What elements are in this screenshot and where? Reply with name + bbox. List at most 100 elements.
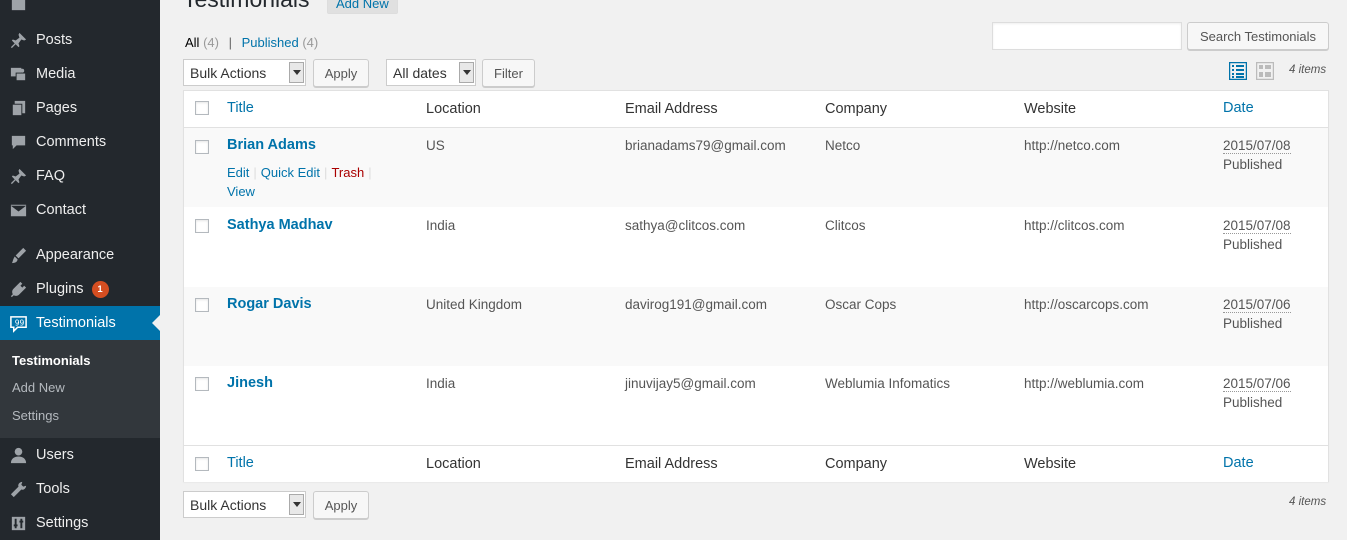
select-all-checkbox-bottom[interactable] xyxy=(195,457,209,471)
menu-item-faq[interactable]: FAQ xyxy=(0,159,160,193)
chevron-down-icon xyxy=(289,62,304,83)
row-website: http://clitcos.com xyxy=(1024,218,1125,233)
column-header-location: Location xyxy=(426,101,481,117)
settings-icon xyxy=(0,514,36,533)
row-status: Published xyxy=(1223,157,1283,172)
bulk-actions-value: Bulk Actions xyxy=(190,496,267,513)
excerpt-view-icon[interactable] xyxy=(1256,62,1274,80)
row-location: India xyxy=(426,218,456,233)
items-count-bottom: 4 items xyxy=(1289,496,1327,508)
media-icon xyxy=(0,65,36,84)
table-row: Jinesh India jinuvijay5@gmail.com Weblum… xyxy=(184,366,1328,445)
column-header-title[interactable]: Title xyxy=(227,100,254,116)
pin-icon xyxy=(0,31,36,50)
row-title-link[interactable]: Sathya Madhav xyxy=(227,217,333,233)
filter-published-count: (4) xyxy=(302,35,319,50)
menu-item-users[interactable]: Users xyxy=(0,438,160,472)
column-footer-date[interactable]: Date xyxy=(1223,455,1254,471)
comments-icon xyxy=(0,133,36,152)
filter-all-count: (4) xyxy=(203,35,219,50)
search-input[interactable] xyxy=(992,22,1182,50)
row-checkbox[interactable] xyxy=(195,298,209,312)
apply-button-bottom[interactable]: Apply xyxy=(313,491,369,519)
edit-link[interactable]: Edit xyxy=(227,165,249,180)
action-separator: | xyxy=(368,165,372,180)
testimonials-table: Title Location Email Address Company Web… xyxy=(183,90,1329,482)
row-location: India xyxy=(426,376,456,391)
active-menu-arrow xyxy=(152,315,160,331)
row-checkbox[interactable] xyxy=(195,377,209,391)
row-checkbox[interactable] xyxy=(195,219,209,233)
status-filter-links: All (4) | Published (4) xyxy=(185,35,318,50)
menu-item-posts[interactable]: Posts xyxy=(0,23,160,57)
add-new-button[interactable]: Add New xyxy=(327,0,398,14)
row-email: jinuvijay5@gmail.com xyxy=(625,376,756,391)
row-title-link[interactable]: Brian Adams xyxy=(227,137,316,153)
menu-item-testimonials[interactable]: 99 Testimonials xyxy=(0,306,160,340)
menu-item-pages[interactable]: Pages xyxy=(0,91,160,125)
quick-edit-link[interactable]: Quick Edit xyxy=(261,165,320,180)
menu-item-settings[interactable]: Settings xyxy=(0,506,160,540)
column-footer-company: Company xyxy=(825,456,888,472)
menu-item-media[interactable]: Media xyxy=(0,57,160,91)
row-company: Weblumia Infomatics xyxy=(825,376,951,391)
row-email: sathya@clitcos.com xyxy=(625,218,746,233)
menu-item-appearance[interactable]: Appearance xyxy=(0,238,160,272)
bulk-actions-select-top[interactable]: Bulk Actions xyxy=(183,59,306,86)
menu-item-dashboard[interactable] xyxy=(0,0,160,20)
filter-all-link[interactable]: All xyxy=(185,35,199,50)
menu-item-tools[interactable]: Tools xyxy=(0,472,160,506)
brush-icon xyxy=(0,246,36,265)
row-status: Published xyxy=(1223,316,1283,331)
column-header-email: Email Address xyxy=(625,101,718,117)
row-checkbox[interactable] xyxy=(195,140,209,154)
row-location: US xyxy=(426,138,445,153)
search-testimonials-button[interactable]: Search Testimonials xyxy=(1187,22,1329,50)
submenu-settings[interactable]: Settings xyxy=(12,408,59,423)
column-footer-title[interactable]: Title xyxy=(227,455,254,471)
column-header-date[interactable]: Date xyxy=(1223,100,1254,116)
column-footer-location: Location xyxy=(426,456,481,472)
pages-icon xyxy=(0,99,36,118)
select-all-checkbox[interactable] xyxy=(195,101,209,115)
row-website: http://weblumia.com xyxy=(1024,376,1145,391)
trash-link[interactable]: Trash xyxy=(331,165,364,180)
row-title-link[interactable]: Rogar Davis xyxy=(227,296,312,312)
row-status: Published xyxy=(1223,395,1283,410)
plugins-update-badge: 1 xyxy=(91,280,109,298)
bulk-actions-select-bottom[interactable]: Bulk Actions xyxy=(183,491,306,518)
row-company: Netco xyxy=(825,138,861,153)
view-link[interactable]: View xyxy=(227,184,255,199)
filter-button[interactable]: Filter xyxy=(482,59,535,87)
column-footer-email: Email Address xyxy=(625,456,718,472)
menu-item-plugins[interactable]: Plugins 1 xyxy=(0,272,160,306)
row-status: Published xyxy=(1223,237,1283,252)
row-title-link[interactable]: Jinesh xyxy=(227,375,273,391)
row-website: http://oscarcops.com xyxy=(1024,297,1149,312)
testimonial-icon: 99 xyxy=(0,314,36,333)
row-date: 2015/07/08 xyxy=(1223,218,1291,234)
action-separator: | xyxy=(253,165,257,180)
menu-item-contact[interactable]: Contact xyxy=(0,193,160,227)
users-icon xyxy=(0,446,36,465)
table-row: Rogar Davis United Kingdom davirog191@gm… xyxy=(184,287,1328,366)
chevron-down-icon xyxy=(459,62,474,83)
row-date: 2015/07/06 xyxy=(1223,376,1291,392)
items-count-top: 4 items xyxy=(1289,64,1327,76)
date-filter-select[interactable]: All dates xyxy=(386,59,476,86)
apply-button-top[interactable]: Apply xyxy=(313,59,369,87)
admin-sidebar: Posts Media Pages Comments FAQ Contact A… xyxy=(0,0,160,540)
row-date: 2015/07/06 xyxy=(1223,297,1291,313)
list-view-icon[interactable] xyxy=(1229,62,1247,80)
submenu-add-new[interactable]: Add New xyxy=(12,380,65,395)
filter-published-link[interactable]: Published xyxy=(242,35,299,50)
column-header-company: Company xyxy=(825,101,888,117)
row-company: Clitcos xyxy=(825,218,866,233)
submenu-testimonials[interactable]: Testimonials xyxy=(12,353,91,368)
row-website: http://netco.com xyxy=(1024,138,1121,153)
column-header-website: Website xyxy=(1024,101,1077,117)
bulk-actions-value: Bulk Actions xyxy=(190,64,267,81)
row-company: Oscar Cops xyxy=(825,297,897,312)
menu-item-comments[interactable]: Comments xyxy=(0,125,160,159)
pin-icon xyxy=(0,167,36,186)
